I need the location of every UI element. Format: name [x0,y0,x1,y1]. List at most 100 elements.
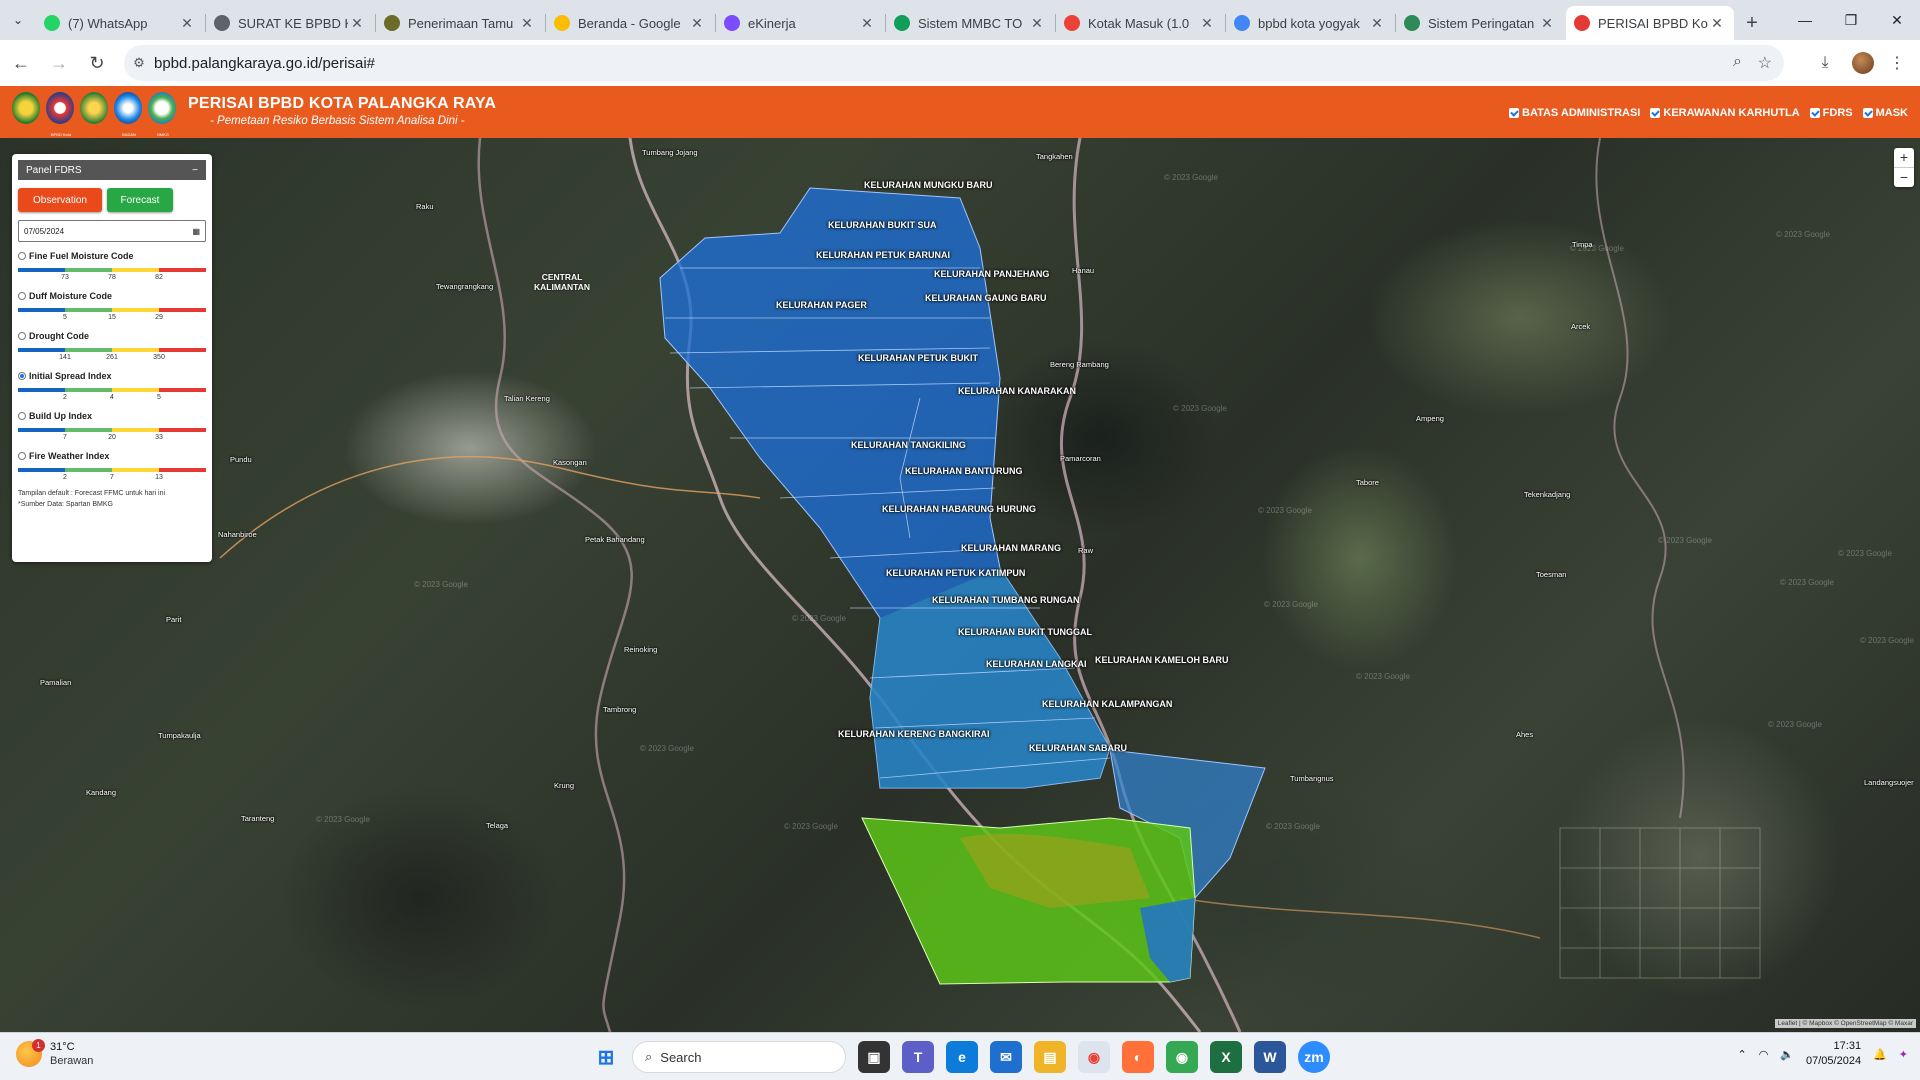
kelurahan-label[interactable]: KELURAHAN MUNGKU BARU [864,180,993,190]
radio-button[interactable] [18,372,26,380]
layer-toggle-batas-administrasi[interactable]: BATAS ADMINISTRASI [1509,107,1640,119]
excel-icon[interactable]: X [1210,1041,1242,1073]
browser-tab[interactable]: Beranda - Google ✕ [546,6,716,40]
reload-icon[interactable]: ↻ [80,46,114,80]
mail-icon[interactable]: ✉ [990,1041,1022,1073]
file-explorer-icon[interactable]: ▤ [1034,1041,1066,1073]
tab-close-icon[interactable]: ✕ [1538,15,1556,32]
start-icon[interactable]: ⊞ [590,1041,622,1073]
browser-tab[interactable]: Kotak Masuk (1.0 ✕ [1056,6,1226,40]
zoom-out-button[interactable]: − [1894,168,1914,187]
chrome-icon[interactable]: ◉ [1078,1041,1110,1073]
tab-close-icon[interactable]: ✕ [348,15,366,32]
teams-icon[interactable]: T [902,1041,934,1073]
browser-tab[interactable]: Sistem MMBC TO ✕ [886,6,1056,40]
browser-tab[interactable]: Penerimaan Tamu ✕ [376,6,546,40]
tray-overflow-icon[interactable]: ⌃ [1737,1048,1746,1061]
radio-button[interactable] [18,412,26,420]
date-input[interactable]: 07/05/2024 ▦ [18,220,206,242]
kelurahan-label[interactable]: KELURAHAN KAMELOH BARU [1095,655,1229,665]
browser-tab[interactable]: Sistem Peringatan ✕ [1396,6,1564,40]
browser-tab[interactable]: (7) WhatsApp ✕ [36,6,206,40]
new-tab-button[interactable]: + [1736,6,1768,40]
kelurahan-label[interactable]: KELURAHAN GAUNG BARU [925,293,1047,303]
index-radio-label[interactable]: Fire Weather Index [18,451,206,461]
checkbox-icon[interactable] [1809,108,1820,118]
edge-icon[interactable]: e [946,1041,978,1073]
back-icon[interactable]: ← [4,46,38,80]
browser-tab[interactable]: eKinerja ✕ [716,6,886,40]
tab-search-icon[interactable]: ⌄ [0,0,36,40]
panel-collapse-button[interactable]: − [192,165,198,176]
chrome-profile-icon[interactable]: ◉ [1166,1041,1198,1073]
clock[interactable]: 17:31 07/05/2024 [1806,1039,1861,1069]
map-canvas[interactable]: KELURAHAN MUNGKU BARU KELURAHAN BUKIT SUA… [0,138,1920,1032]
zoom-app-icon[interactable]: zm [1298,1041,1330,1073]
minimize-icon[interactable]: — [1782,0,1828,40]
tab-close-icon[interactable]: ✕ [858,15,876,32]
browser-tab[interactable]: SURAT KE BPBD K ✕ [206,6,376,40]
volume-icon[interactable]: 🔈 [1780,1048,1794,1061]
task-view-icon[interactable]: ▣ [858,1041,890,1073]
tab-close-icon[interactable]: ✕ [688,15,706,32]
zoom-in-button[interactable]: + [1894,148,1914,167]
tab-close-icon[interactable]: ✕ [1028,15,1046,32]
browser-menu-icon[interactable]: ⋮ [1880,46,1914,80]
index-radio-label[interactable]: Fine Fuel Moisture Code [18,251,206,261]
profile-avatar[interactable] [1846,46,1880,80]
layer-toggle-kerawanan-karhutla[interactable]: KERAWANAN KARHUTLA [1650,107,1800,119]
forward-icon[interactable]: → [42,46,76,80]
kelurahan-label[interactable]: KELURAHAN HABARUNG HURUNG [882,504,1036,514]
copilot-icon[interactable]: ✦ [1899,1048,1908,1061]
calendar-icon[interactable]: ▦ [192,227,200,236]
notification-bell-icon[interactable]: 🔔 [1873,1048,1887,1061]
address-bar[interactable]: ⚙ bpbd.palangkaraya.go.id/perisai# ⌕ ☆ [124,45,1784,81]
checkbox-icon[interactable] [1650,108,1661,118]
browser-tab[interactable]: PERISAI BPBD Kot ✕ [1566,6,1734,40]
observation-button[interactable]: Observation [18,188,102,212]
tab-close-icon[interactable]: ✕ [518,15,536,32]
site-info-icon[interactable]: ⚙ [124,55,154,71]
kelurahan-label[interactable]: KELURAHAN KERENG BANGKIRAI [838,729,990,739]
kelurahan-label[interactable]: KELURAHAN PANJEHANG [934,269,1049,279]
index-radio-label[interactable]: Initial Spread Index [18,371,206,381]
taskbar-search[interactable]: ⌕ Search [632,1041,846,1073]
browser-tab[interactable]: bpbd kota yogyak ✕ [1226,6,1396,40]
zoom-lens-icon[interactable]: ⌕ [1733,53,1742,71]
close-window-icon[interactable]: ✕ [1874,0,1920,40]
weather-widget[interactable]: 1 31°C Berawan [16,1039,93,1067]
kelurahan-label[interactable]: KELURAHAN BUKIT TUNGGAL [958,627,1092,637]
index-radio-label[interactable]: Build Up Index [18,411,206,421]
url-text[interactable]: bpbd.palangkaraya.go.id/perisai# [154,55,375,72]
checkbox-icon[interactable] [1862,108,1873,118]
restore-icon[interactable]: ❐ [1828,0,1874,40]
kelurahan-label[interactable]: KELURAHAN TUMBANG RUNGAN [932,595,1080,605]
kelurahan-label[interactable]: KELURAHAN TANGKILING [851,440,966,450]
word-icon[interactable]: W [1254,1041,1286,1073]
kelurahan-label[interactable]: KELURAHAN MARANG [961,543,1061,553]
kelurahan-label[interactable]: KELURAHAN BANTURUNG [905,466,1023,476]
tab-close-icon[interactable]: ✕ [178,15,196,32]
index-radio-label[interactable]: Duff Moisture Code [18,291,206,301]
kelurahan-label[interactable]: KELURAHAN KANARAKAN [958,386,1076,396]
checkbox-icon[interactable] [1509,108,1520,118]
index-radio-label[interactable]: Drought Code [18,331,206,341]
kelurahan-label[interactable]: KELURAHAN PAGER [776,300,867,310]
kelurahan-label[interactable]: KELURAHAN KALAMPANGAN [1042,699,1172,709]
kelurahan-label[interactable]: KELURAHAN PETUK BARUNAI [816,250,950,260]
download-icon[interactable]: ⤓ [1808,46,1842,80]
radio-button[interactable] [18,332,26,340]
kelurahan-label[interactable]: KELURAHAN PETUK BUKIT [858,353,978,363]
tab-close-icon[interactable]: ✕ [1708,15,1726,32]
wifi-icon[interactable]: ◠ [1759,1048,1769,1061]
layer-toggle-mask[interactable]: MASK [1862,107,1908,119]
kelurahan-label[interactable]: KELURAHAN BUKIT SUA [828,220,937,230]
tab-close-icon[interactable]: ✕ [1198,15,1216,32]
kelurahan-label[interactable]: KELURAHAN LANGKAI [986,659,1087,669]
bookmark-star-icon[interactable]: ☆ [1758,53,1772,73]
radio-button[interactable] [18,252,26,260]
layer-toggle-fdrs[interactable]: FDRS [1809,107,1853,119]
radio-button[interactable] [18,452,26,460]
kelurahan-label[interactable]: KELURAHAN SABARU [1029,743,1127,753]
forecast-button[interactable]: Forecast [107,188,173,212]
